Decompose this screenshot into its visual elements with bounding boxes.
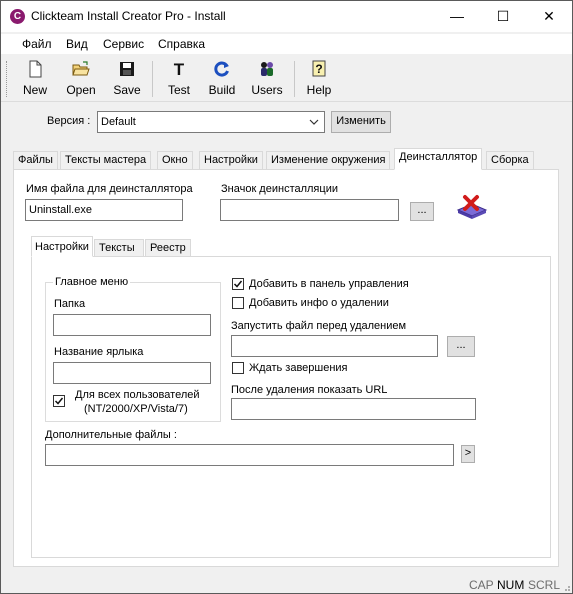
wait-completion-label: Ждать завершения — [249, 362, 348, 374]
add-uninstall-info-checkbox[interactable] — [232, 297, 244, 309]
run-before-label: Запустить файл перед удалением — [231, 320, 407, 332]
new-label: New — [22, 83, 47, 97]
users-icon — [261, 62, 273, 76]
save-label: Save — [113, 83, 141, 97]
app-icon: C — [10, 9, 25, 24]
shortcut-name-input[interactable] — [53, 362, 211, 384]
uninstall-icon-browse-button[interactable]: ... — [410, 202, 434, 221]
new-button[interactable]: New — [19, 59, 51, 99]
all-users-checkbox[interactable] — [53, 395, 65, 407]
tab-environment[interactable]: Изменение окружения — [266, 151, 391, 169]
users-button[interactable]: Users — [249, 59, 285, 99]
test-label: Test — [167, 83, 190, 97]
tab-settings[interactable]: Настройки — [199, 151, 263, 169]
uninstall-icon-input[interactable] — [220, 199, 399, 221]
build-refresh-icon — [214, 61, 229, 77]
extra-files-label: Дополнительные файлы : — [45, 429, 177, 441]
minimize-button[interactable]: — — [434, 1, 480, 32]
save-button[interactable]: Save — [111, 59, 143, 99]
toolbar-grip[interactable] — [6, 61, 9, 97]
window-title: Clickteam Install Creator Pro - Install — [31, 9, 226, 23]
toolbar-separator — [294, 61, 295, 97]
tab-wizard-texts[interactable]: Тексты мастера — [60, 151, 152, 169]
subtab-texts[interactable]: Тексты — [94, 239, 144, 257]
folder-label: Папка — [54, 298, 86, 310]
all-users-label-line2: (NT/2000/XP/Vista/7) — [84, 403, 188, 415]
help-label: Help — [306, 83, 332, 97]
resize-grip-icon[interactable] — [561, 582, 571, 592]
add-uninstall-info-label: Добавить инфо о удалении — [249, 297, 389, 309]
new-file-icon — [29, 60, 42, 78]
status-scrl: SCRL — [528, 578, 561, 592]
after-url-input[interactable] — [231, 398, 476, 420]
status-bar: CAP NUM SCRL — [1, 574, 572, 593]
version-label: Версия : — [47, 115, 91, 127]
menu-view[interactable]: Вид — [66, 37, 88, 51]
shortcut-name-label: Название ярлыка — [54, 346, 144, 358]
open-folder-icon — [72, 61, 90, 76]
extra-files-button[interactable]: > — [461, 445, 475, 463]
status-cap: CAP — [469, 578, 494, 592]
open-button[interactable]: Open — [63, 59, 99, 99]
save-disk-icon — [120, 62, 134, 76]
uninstaller-filename-input[interactable]: Uninstall.exe — [25, 199, 183, 221]
wait-completion-checkbox[interactable] — [232, 362, 244, 374]
uninstall-icon-preview — [456, 195, 488, 219]
menu-file[interactable]: Файл — [22, 37, 52, 51]
build-label: Build — [208, 83, 236, 97]
users-label: Users — [251, 83, 283, 97]
version-value: Default — [101, 116, 136, 128]
checkmark-icon — [54, 397, 64, 405]
title-bar: C Clickteam Install Creator Pro - Instal… — [1, 1, 572, 32]
change-version-button[interactable]: Изменить — [331, 111, 391, 133]
after-url-label: После удаления показать URL — [231, 384, 388, 396]
status-num: NUM — [497, 578, 525, 592]
menu-bar: Файл Вид Сервис Справка — [1, 34, 572, 54]
tab-build[interactable]: Сборка — [486, 151, 534, 169]
uninstall-icon-label: Значок деинсталляции — [221, 183, 338, 195]
maximize-button[interactable]: ☐ — [480, 1, 526, 32]
chevron-down-icon — [309, 119, 319, 125]
start-menu-group-label: Главное меню — [53, 276, 131, 288]
svg-text:?: ? — [315, 62, 322, 76]
add-control-panel-checkbox[interactable] — [232, 278, 244, 290]
help-icon: ? — [312, 60, 326, 77]
add-control-panel-label: Добавить в панель управления — [249, 278, 409, 290]
folder-input[interactable] — [53, 314, 211, 336]
uninstaller-filename-label: Имя файла для деинсталлятора — [26, 183, 193, 195]
tab-window[interactable]: Окно — [157, 151, 193, 169]
open-label: Open — [66, 83, 96, 97]
svg-text:T: T — [174, 60, 185, 79]
run-before-input[interactable] — [231, 335, 438, 357]
app-window: C Clickteam Install Creator Pro - Instal… — [0, 0, 573, 594]
tab-uninstaller[interactable]: Деинсталлятор — [394, 148, 483, 170]
test-button[interactable]: T Test — [163, 59, 195, 99]
version-select[interactable]: Default — [97, 111, 325, 133]
run-before-browse-button[interactable]: ... — [447, 336, 475, 357]
tab-files[interactable]: Файлы — [13, 151, 58, 169]
checkmark-icon — [233, 280, 243, 288]
close-button[interactable]: ✕ — [526, 1, 572, 32]
menu-help[interactable]: Справка — [158, 37, 205, 51]
toolbar: New Open Save T Test Build Users ? Help — [1, 55, 572, 102]
subtab-registry[interactable]: Реестр — [145, 239, 191, 257]
subtab-settings[interactable]: Настройки — [31, 236, 93, 257]
build-button[interactable]: Build — [205, 59, 239, 99]
toolbar-separator — [152, 61, 153, 97]
menu-tools[interactable]: Сервис — [103, 37, 144, 51]
test-icon: T — [174, 60, 185, 79]
help-button[interactable]: ? Help — [303, 59, 335, 99]
extra-files-input[interactable] — [45, 444, 454, 466]
all-users-label-line1: Для всех пользователей — [75, 389, 200, 401]
